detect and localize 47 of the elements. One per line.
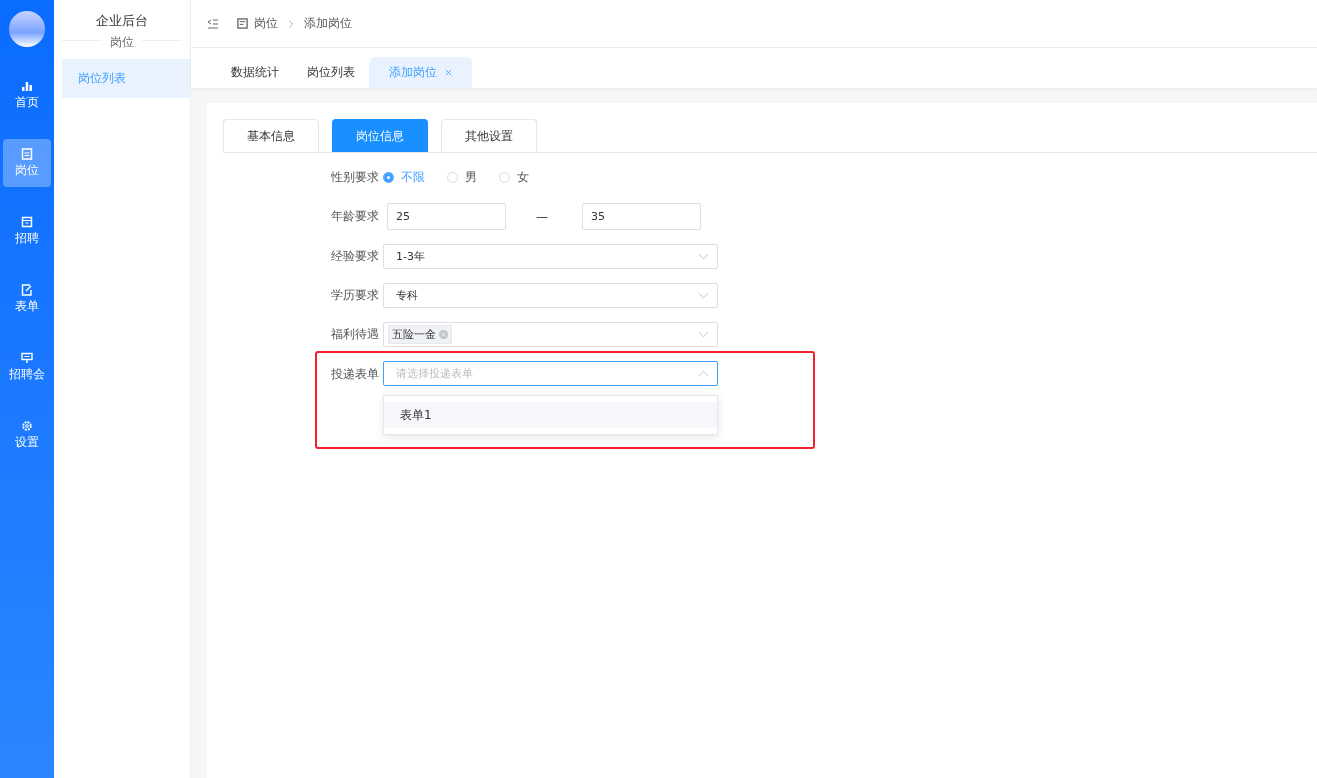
form-tab[interactable]: 其他设置 bbox=[441, 119, 537, 152]
nav-item[interactable]: 表单 bbox=[3, 275, 51, 323]
form-select[interactable]: 请选择投递表单 bbox=[383, 361, 718, 386]
field-label: 学历要求 bbox=[331, 287, 380, 304]
monitor-icon bbox=[21, 351, 33, 364]
archive-icon bbox=[21, 215, 33, 228]
nav-item[interactable]: 招聘会 bbox=[3, 343, 51, 391]
experience-select[interactable]: 1-3年 bbox=[383, 244, 718, 269]
field-label: 福利待遇 bbox=[331, 326, 380, 343]
field-label: 经验要求 bbox=[331, 248, 380, 265]
page-tab[interactable]: 数据统计 bbox=[217, 57, 293, 88]
edit-icon bbox=[21, 283, 33, 296]
chevron-up-icon bbox=[698, 370, 709, 377]
chevron-right-icon bbox=[288, 19, 294, 28]
benefit-tag: 五险一金 bbox=[388, 325, 452, 344]
nav-item[interactable]: 设置 bbox=[3, 411, 51, 459]
field-label: 投递表单 bbox=[331, 366, 380, 383]
radio-label[interactable]: 男 bbox=[465, 168, 477, 186]
settings-icon bbox=[21, 419, 33, 432]
form-tab[interactable]: 基本信息 bbox=[223, 119, 319, 152]
field-label: 年龄要求 bbox=[331, 208, 380, 225]
chevron-down-icon bbox=[698, 331, 709, 338]
range-separator: — bbox=[535, 209, 549, 224]
page-tab[interactable]: 岗位列表 bbox=[293, 57, 369, 88]
document-icon bbox=[21, 147, 33, 160]
app-title: 企业后台 bbox=[96, 12, 148, 30]
benefits-select[interactable]: 五险一金 bbox=[383, 322, 718, 347]
max-age-field[interactable]: 35 bbox=[582, 203, 701, 230]
collapse-menu-icon[interactable] bbox=[207, 18, 219, 29]
education-select[interactable]: 专科 bbox=[383, 283, 718, 308]
chevron-down-icon bbox=[698, 292, 709, 299]
section-label: 岗位 bbox=[102, 34, 142, 51]
bar-chart-icon bbox=[21, 79, 33, 92]
close-icon[interactable] bbox=[445, 69, 452, 76]
radio-label[interactable]: 女 bbox=[517, 168, 529, 186]
chevron-down-icon bbox=[698, 253, 709, 260]
radio-button[interactable] bbox=[383, 171, 394, 183]
document-icon bbox=[237, 18, 248, 29]
dropdown-option[interactable]: 表单1 bbox=[384, 402, 717, 428]
breadcrumb-item[interactable]: 岗位 bbox=[254, 15, 278, 32]
remove-tag-icon[interactable] bbox=[439, 330, 448, 339]
min-age-field[interactable]: 25 bbox=[387, 203, 506, 230]
breadcrumb-item: 添加岗位 bbox=[304, 15, 352, 32]
avatar bbox=[9, 11, 45, 47]
nav-item[interactable]: 首页 bbox=[3, 71, 51, 119]
nav-item[interactable]: 招聘 bbox=[3, 207, 51, 255]
field-label: 性别要求 bbox=[331, 168, 380, 186]
